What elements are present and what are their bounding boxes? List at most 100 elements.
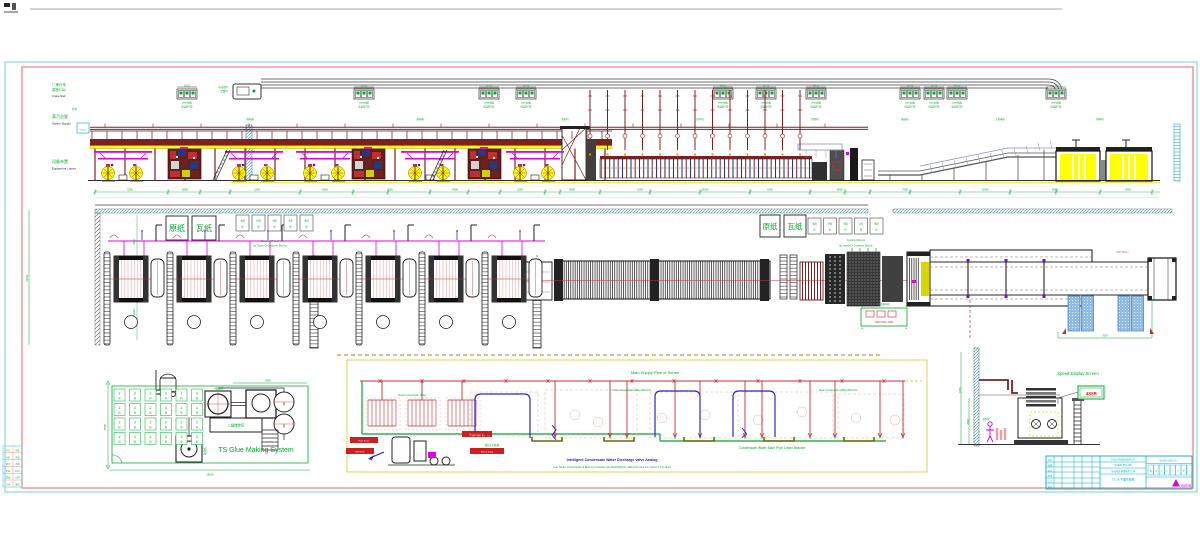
plan-roll-stand-unit (230, 225, 290, 345)
cad-label: Steam Consumption 380kg 200m/min (613, 389, 652, 392)
crane-label-cn: 厂房行车 (52, 82, 67, 87)
steam-trap (676, 134, 680, 138)
cad-label: 保温蒸汽管 (905, 105, 917, 109)
dim-label: 2250 (127, 188, 133, 192)
pair-left-2: 瓦纸 (196, 223, 212, 233)
cad-label: 共张 (6, 483, 11, 487)
section-wall-column (974, 348, 979, 446)
steam-trap (711, 134, 715, 138)
roller-dot (746, 153, 748, 155)
cad-label: DN80阀组 (929, 101, 940, 105)
steam-supply-en: Steam Supply (52, 122, 71, 126)
cad-label: 14000 (206, 473, 214, 477)
mill-roll-stand-pair (94, 151, 152, 181)
steam-drop-box (177, 87, 197, 99)
steam-drop-box (806, 87, 826, 99)
control-room-label-2: By Owner Or Customer Electric (839, 245, 873, 248)
cad-label: 7500 (1102, 335, 1108, 338)
title-block-cell: 审核 (1048, 474, 1052, 478)
cad-line (1038, 143, 1040, 151)
steam-drop-box (924, 87, 944, 99)
roller-dot (711, 153, 713, 155)
ghost-roll (797, 407, 807, 417)
dim-label: 7500 (902, 188, 908, 192)
control-room-label-1: Control Room (847, 238, 866, 242)
plan-roll-stand-unit (167, 225, 227, 345)
dim-label: 2250 (254, 188, 260, 192)
single-facer-machine (468, 147, 501, 179)
cad-label: 6000 (133, 239, 136, 245)
equipment-layout-cn: 设备布置 (52, 158, 68, 164)
cad-label: 分汽包 (361, 84, 368, 88)
cad-label: 分汽包 (763, 84, 770, 88)
equipment-layout-en: Equipment Layout (52, 167, 76, 171)
cad-label: DN80阀组 (521, 101, 532, 105)
cad-label: 型 (1183, 469, 1186, 473)
ghost-machine-outline (545, 390, 637, 438)
control-cabinet-box (808, 218, 821, 234)
title-block-cell: 批准 (1048, 485, 1052, 489)
steam-trap (781, 134, 785, 138)
steam-note-green: Less Steam Consumption & Best dry produc… (553, 466, 671, 469)
cad-label: 15000 (133, 308, 136, 315)
company-logo (1172, 479, 1180, 487)
cad-label: 日期 (15, 462, 19, 466)
plan-roll-stand-unit (293, 225, 353, 345)
roller-dot (799, 153, 801, 155)
control-cabinet-box (824, 218, 837, 234)
cad-label: 标记 (15, 469, 19, 473)
cad-label: 4900 5900 1900 (875, 321, 894, 324)
cad-label: 标记 (6, 449, 10, 453)
cad-line (733, 391, 775, 437)
steam-drop-box (900, 87, 920, 99)
elevation-dim-chain (95, 192, 1160, 198)
control-cabinet-box (839, 218, 852, 234)
steam-trap (763, 134, 767, 138)
steam-trap (693, 134, 697, 138)
roller-dot (676, 153, 678, 155)
cad-line (604, 437, 634, 441)
cad-label: 保温蒸汽管 (718, 105, 730, 109)
machine-name-label: 涂胶机 (561, 117, 569, 121)
cad-label: DN80阀组 (182, 101, 193, 105)
cad-label: TA (861, 327, 864, 330)
machine-name-label: 上桥输送 (995, 117, 1005, 121)
heat-bank-outline (406, 398, 440, 430)
cad-label: 分汽包 (1053, 84, 1060, 88)
dim-label: 2250 (387, 188, 393, 192)
cad-label: DN150 (80, 130, 88, 132)
cad-label: 保温蒸汽管 (359, 105, 371, 109)
cad-label: 保温蒸汽管 (929, 105, 941, 109)
cad-label: 输送泵 (203, 447, 207, 455)
dim-label: 5686 (182, 188, 188, 192)
cad-label: 保温蒸汽管 (952, 105, 964, 109)
cad-label: 0 (1178, 471, 1180, 473)
steam-piping-diagram: Main Supply Pipe of Steam Condensate Wat… (346, 360, 927, 472)
cad-label: 分汽包 (931, 84, 938, 88)
cad-label: 双 (1150, 470, 1153, 473)
dim-label: 36000 (701, 188, 709, 192)
dim-label: 6086 (452, 188, 458, 192)
control-cabinet-box (252, 215, 265, 231)
cad-label: WJ200-250-180 (1114, 464, 1132, 467)
cad-label: 4500 (967, 419, 970, 425)
ghost-roll (890, 415, 900, 425)
cad-label: 电动葫芦 (218, 85, 228, 89)
cad-label: WJ200-2200-2-9 (1159, 461, 1177, 463)
cad-label: TS·2A 平面布置图 (1112, 478, 1135, 482)
title-block-cell: 制图 (1048, 463, 1052, 467)
steam-trap (746, 134, 750, 138)
left-margin-labels: 厂房行车 梁底9150 Crane Rail 栈桥 蒸汽总管 Steam Sup… (52, 82, 78, 171)
cad-label: 分汽包 (907, 84, 914, 88)
speed-display-value: 488M (1086, 392, 1097, 398)
steam-main-pipe (77, 123, 868, 133)
pair-right-2: 瓦纸 (788, 221, 803, 231)
steam-trap (606, 134, 610, 138)
control-cabinet-box (870, 218, 883, 234)
steam-drop-box (756, 87, 776, 99)
cad-label: 8000 (265, 380, 271, 383)
dim-label: 6000 (1052, 188, 1058, 192)
cad-label: 0 (1172, 471, 1174, 473)
control-cabinet-box (300, 215, 313, 231)
cad-label: 更改 (15, 455, 19, 459)
